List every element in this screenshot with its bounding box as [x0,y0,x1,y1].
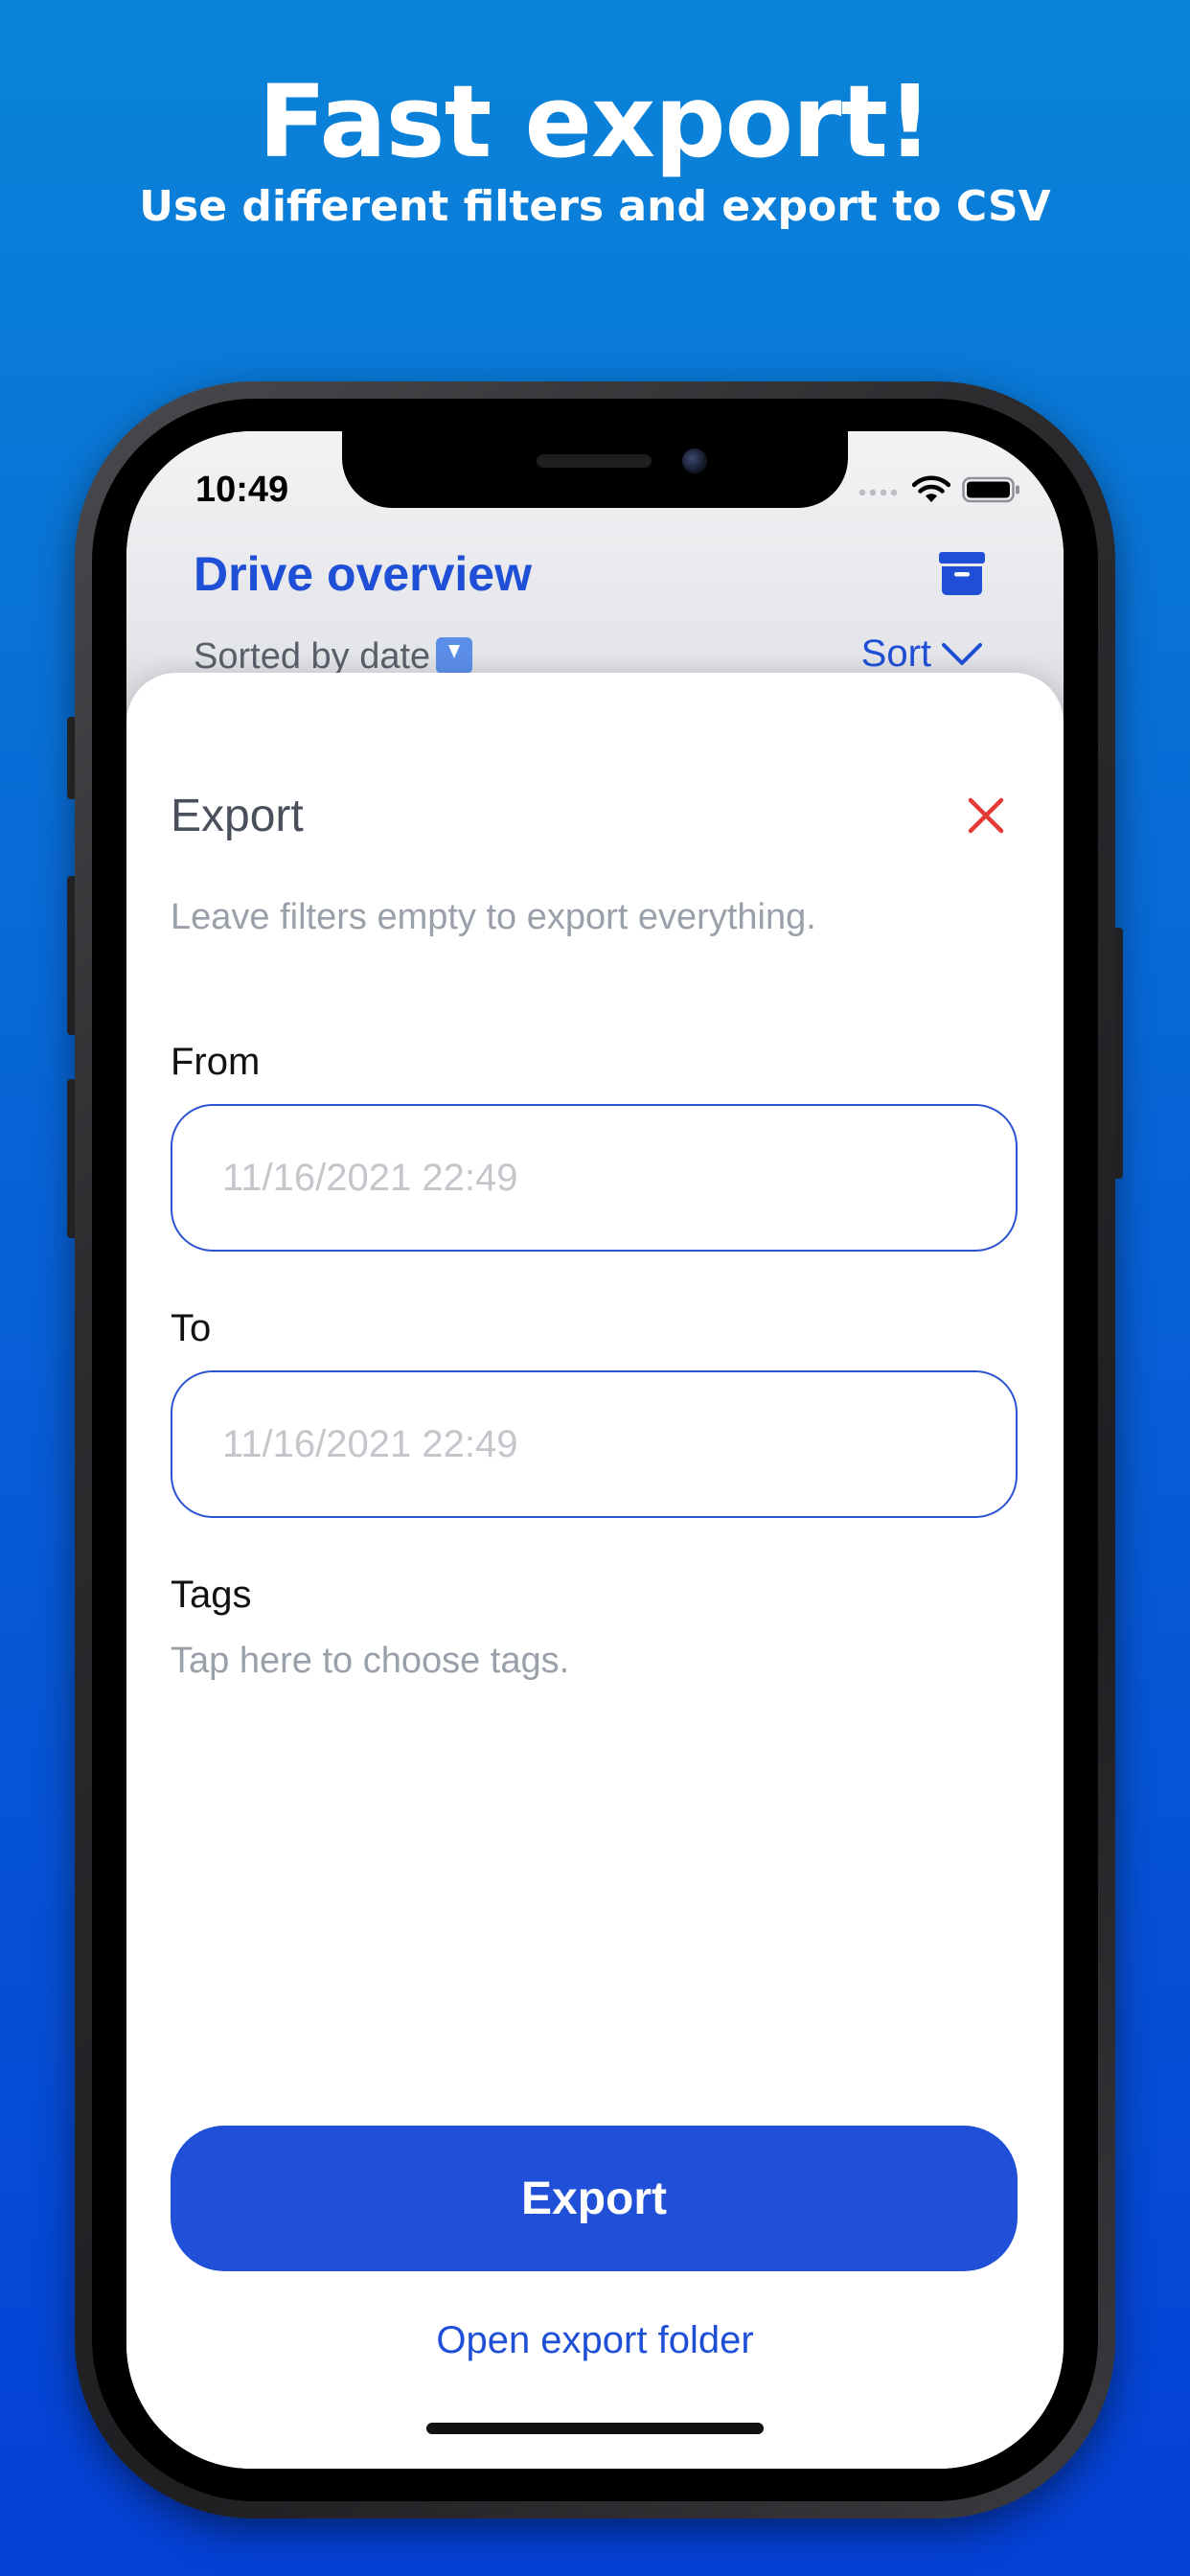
nav-title: Drive overview [194,547,532,601]
from-date-input[interactable] [171,1104,1018,1252]
sort-caption: Sorted by date [194,636,473,678]
tags-picker[interactable]: Tap here to choose tags. [171,1641,569,1682]
export-sheet: Export Leave filters empty to export eve… [126,673,1064,2469]
sort-caption-text: Sorted by date [194,636,431,677]
front-camera [682,448,707,473]
to-label: To [171,1307,212,1349]
export-button[interactable]: Export [171,2126,1018,2271]
promo-subheadline: Use different filters and export to CSV [139,182,1051,231]
open-export-folder-link[interactable]: Open export folder [126,2319,1064,2362]
phone-screen: 10:49 Drive overview Sorted by date Sort… [126,431,1064,2469]
sort-button[interactable]: Sort [861,632,983,676]
sheet-title: Export [171,791,304,841]
archive-box-icon[interactable] [937,548,987,598]
home-indicator[interactable] [426,2423,764,2434]
to-date-input[interactable] [171,1370,1018,1518]
chevron-down-icon [942,642,982,665]
promo-headline: Fast export! [258,63,933,180]
device-notch [342,431,848,508]
close-icon[interactable] [962,792,1010,840]
wifi-icon [912,475,950,502]
earpiece-speaker [537,454,652,468]
battery-icon [962,476,1019,503]
cellular-signal-icon [858,489,898,496]
sort-button-label: Sort [860,632,931,675]
arrow-down-icon [436,637,473,674]
export-hint: Leave filters empty to export everything… [171,897,816,937]
status-bar-indicators [858,475,1021,504]
tags-label: Tags [171,1574,252,1616]
from-label: From [171,1041,261,1083]
status-bar-time: 10:49 [195,470,289,510]
